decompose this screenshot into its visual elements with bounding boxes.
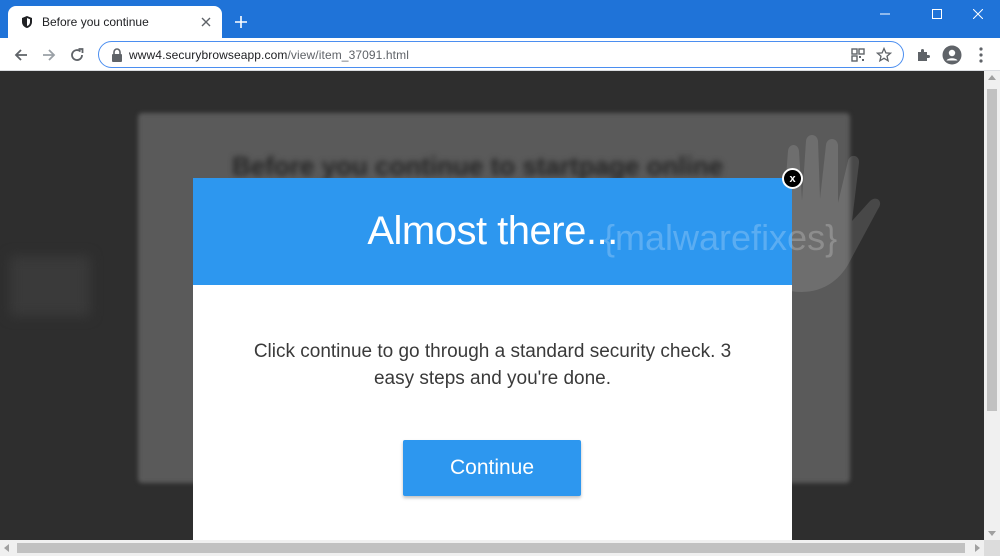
profile-icon[interactable] [940,43,964,67]
scroll-up-icon[interactable] [988,75,996,80]
modal-message: Click continue to go through a standard … [253,341,732,389]
qr-code-icon[interactable] [849,46,867,64]
vertical-scrollbar[interactable] [984,71,1000,540]
scroll-left-icon[interactable] [4,544,9,552]
url-text[interactable]: www4.securybrowseapp.com/view/item_37091… [129,48,409,62]
star-icon[interactable] [875,46,893,64]
continue-button[interactable]: Continue [403,440,581,496]
background-shape [10,256,90,316]
horizontal-scrollbar[interactable] [0,540,984,556]
forward-arrow-icon[interactable] [36,42,62,68]
maximize-icon[interactable] [914,0,960,28]
vertical-scroll-thumb[interactable] [987,89,997,411]
window-close-icon[interactable] [955,0,1000,28]
reload-icon[interactable] [64,42,90,68]
horizontal-scroll-thumb[interactable] [17,543,965,553]
puzzle-icon[interactable] [912,44,934,66]
close-icon[interactable] [198,14,214,30]
page-viewport: Before you continue to startpage online … [0,71,984,540]
scroll-down-icon[interactable] [988,531,996,536]
watermark-text: {malwarefixes} [603,217,838,258]
tab-title: Before you continue [42,15,149,29]
title-bar: Before you continue [0,0,1000,38]
scrollbar-corner [984,540,1000,556]
minimize-icon[interactable] [862,0,908,28]
modal-title: Almost there... [367,209,618,253]
modal-close-button[interactable]: x [782,168,803,189]
browser-toolbar: www4.securybrowseapp.com/view/item_37091… [0,38,1000,71]
shield-icon [20,15,34,29]
address-bar[interactable]: www4.securybrowseapp.com/view/item_37091… [98,41,904,68]
browser-tab-active[interactable]: Before you continue [8,6,222,38]
plus-icon[interactable] [230,11,252,33]
kebab-menu-icon[interactable] [970,44,992,66]
url-path: /view/item_37091.html [287,48,409,62]
lock-icon[interactable] [111,48,123,62]
back-arrow-icon[interactable] [8,42,34,68]
url-host: www4.securybrowseapp.com [129,48,288,62]
scroll-right-icon[interactable] [975,544,980,552]
